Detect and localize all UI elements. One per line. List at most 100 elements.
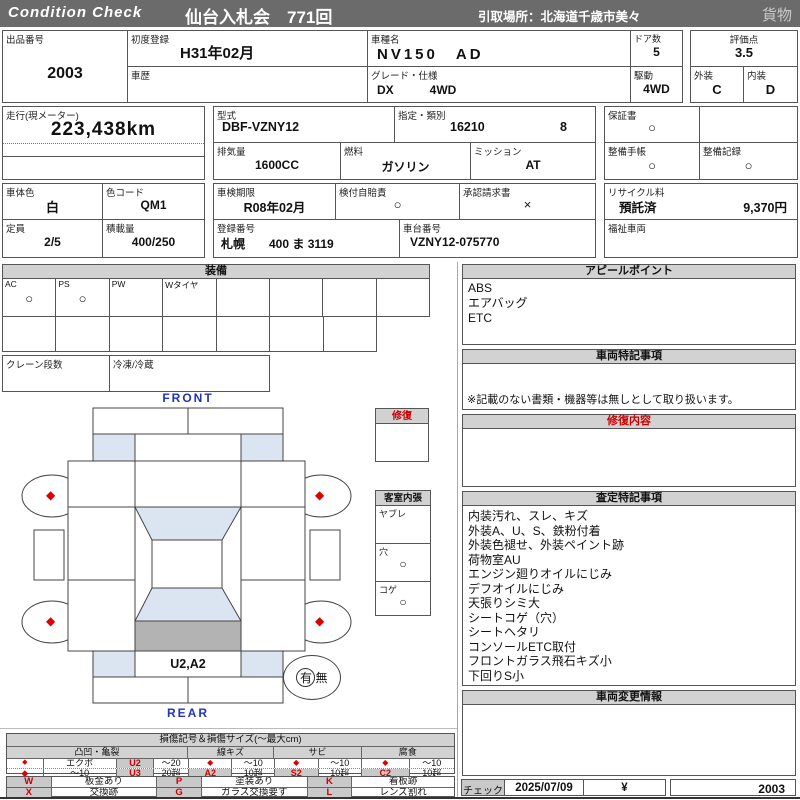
transmission-label: ミッション (474, 147, 522, 158)
registration-number-cell: 登録番号 札幌 400 ま 3119 (213, 219, 400, 258)
color-code-label: 色コード (106, 188, 145, 199)
check-date-cell: 2025/07/09 (504, 779, 584, 796)
score-label: 評価点 (729, 35, 759, 46)
model-name-cell: 車種名 NV150 AD (367, 30, 631, 67)
equipment-cell-empty (110, 317, 164, 351)
equipment-mark: ○ (25, 291, 34, 306)
assessment-item: シートヘタリ (468, 625, 541, 639)
lot-number-cell: 出品番号 2003 (2, 30, 128, 103)
symbol-code-w: W (7, 777, 52, 787)
legend-value: エクボ (44, 759, 117, 768)
first-registration-label: 初度登録 (131, 35, 170, 46)
blank-cell (699, 106, 798, 143)
equipment-label: Wタイヤ (165, 280, 199, 290)
check-label-cell: チェック (461, 779, 505, 797)
wheel-damage-marker-front-left: ◆ (46, 488, 56, 502)
rear-corner-glass-right (240, 650, 284, 678)
cabin-row-hole: 穴 ○ (376, 544, 430, 582)
displacement-cell: 排気量 1600CC (213, 142, 341, 180)
capacity-label: 定員 (6, 224, 26, 235)
availability-stamp: 有 無 (283, 655, 341, 700)
condition-check-logo: Condition Check (8, 4, 143, 21)
welfare-vehicle-cell: 福祉車両 (604, 219, 798, 258)
symbol-legend-table: W 板金あり P 塗装あり K 看板跡 X 交換跡 G ガラス交換要す L レン… (6, 776, 455, 798)
equipment-header: 装備 (2, 264, 430, 279)
legend-value: 〜10 (422, 759, 442, 768)
mileage-dotted-divider (3, 143, 204, 144)
hood-panel (134, 433, 242, 462)
recycle-status-value: 預託済 (619, 201, 657, 215)
symbol-code-k: K (307, 777, 353, 787)
registration-number-label: 登録番号 (217, 224, 256, 235)
equipment-cell-empty (270, 317, 324, 351)
appeal-item: ETC (468, 311, 492, 325)
legend-code-u2: U2 (116, 759, 155, 768)
cabin-row-tear: ヤブレ (376, 506, 430, 544)
mileage-value: 223,438km (50, 119, 157, 140)
repair-mini-header: 修復 (375, 408, 429, 424)
exterior-grade-cell: 外装 C (690, 66, 744, 103)
legend-diamond: ◆ (275, 759, 319, 768)
insurance-cell: 検付自賠責 ○ (335, 183, 460, 220)
damage-legend-table: 損傷記号＆損傷サイズ(〜最大cm) 凸凹・亀裂 線キズ サビ 腐食 ◆ エクボ … (6, 733, 455, 778)
change-info-header: 車両変更情報 (462, 690, 796, 705)
interior-grade-label: 内装 (747, 71, 767, 82)
assessment-item: コンソールETC取付 (468, 639, 577, 654)
load-capacity-label: 積載量 (106, 224, 135, 235)
insurance-mark: ○ (393, 197, 402, 212)
recycle-fee-cell: リサイクル料 預託済 9,370円 (604, 183, 798, 220)
assessment-item: 下回りS小 (468, 668, 525, 683)
assessment-item: 内装汚れ、スレ、キズ (468, 509, 589, 523)
history-cell: 車歴 (127, 66, 368, 103)
model-code-value: DBF-VZNY12 (222, 120, 300, 134)
type-class-cell: 指定・類別 16210 8 (394, 106, 596, 143)
equipment-label: AC (5, 279, 17, 289)
maintenance-book-label: 整備手帳 (608, 147, 647, 158)
interior-grade-cell: 内装 D (743, 66, 798, 103)
equipment-cell-empty (56, 317, 110, 351)
wheel-damage-marker-front-right: ◆ (315, 488, 325, 502)
maintenance-record-cell: 整備記録 ○ (699, 142, 798, 180)
legend-value: 〜10 (319, 759, 363, 768)
history-label: 車歴 (131, 71, 151, 82)
check-date-value: 2025/07/09 (515, 782, 573, 794)
displacement-value: 1600CC (254, 158, 300, 172)
first-registration-value: H31年02月 (180, 45, 255, 62)
assessment-item: フロントガラス飛石キズ小 (468, 654, 612, 668)
drive-value: 4WD (643, 82, 670, 96)
assessment-notes-box: 内装汚れ、スレ、キズ 外装A、U、S、鉄粉付着 外装色褪せ、外装ペイント跡 荷物… (462, 505, 796, 686)
equipment-cell-empty (163, 317, 217, 351)
front-corner-glass-right (240, 433, 284, 462)
chassis-number-cell: 車台番号 VZNY12-075770 (399, 219, 596, 258)
vehicle-notes-box: ※記載のない書類・機器等は無しとして取り扱います。 (462, 363, 796, 410)
approval-request-cell: 承認請求書 × (459, 183, 596, 220)
symbol-row-1: W 板金あり P 塗装あり K 看板跡 (7, 777, 454, 788)
equipment-cell-empty (270, 279, 324, 316)
assessment-item: 天張りシミ大 (468, 596, 541, 610)
grade-value: DX 4WD (377, 83, 457, 97)
equipment-cell-empty (217, 317, 271, 351)
chassis-number-value: VZNY12-075770 (410, 235, 500, 249)
repair-mini-box (375, 423, 429, 462)
rear-label: REAR (166, 706, 209, 720)
doors-value: 5 (653, 45, 660, 59)
legend-row-1: ◆ エクボ U2 〜20 ◆ 〜10 ◆ 〜10 ◆ 〜10 (7, 759, 454, 769)
assessment-notes-header: 査定特記事項 (462, 491, 796, 506)
appeal-points-header: アピールポイント (462, 264, 796, 279)
equipment-cell-empty (217, 279, 270, 316)
cabin-lining-box: ヤブレ 穴 ○ コゲ ○ (375, 505, 431, 616)
cabin-row-mark: ○ (399, 595, 407, 609)
welfare-vehicle-label: 福祉車両 (608, 224, 647, 235)
mileage-solid-divider (3, 156, 204, 157)
equipment-row-1: AC ○ PS ○ PW Wタイヤ (2, 278, 430, 317)
equipment-cell-ac: AC ○ (3, 279, 57, 316)
type-number-value: 16210 (450, 120, 485, 134)
warranty-cell: 保証書 ○ (604, 106, 700, 143)
assessment-item: エンジン廻りオイルにじみ (468, 567, 613, 581)
fuel-value: ガソリン (381, 160, 430, 174)
first-registration-cell: 初度登録 H31年02月 (127, 30, 368, 67)
equipment-row-2 (2, 316, 377, 352)
front-corner-glass-left (92, 433, 136, 462)
grade-cell: グレード・仕様 DX 4WD (367, 66, 631, 103)
repair-detail-box (462, 428, 796, 487)
